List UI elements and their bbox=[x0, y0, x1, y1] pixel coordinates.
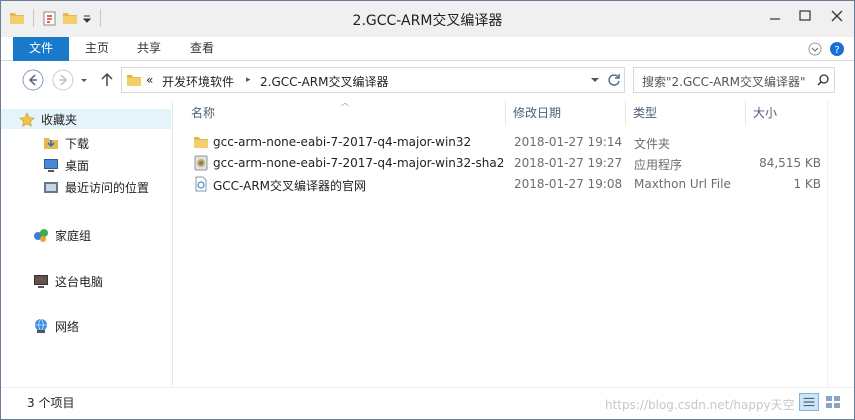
recent-locations-icon[interactable] bbox=[77, 68, 91, 92]
nav-item-label: 下载 bbox=[65, 136, 90, 151]
main-area: 收藏夹 下载 桌面 最近访问的位置 家庭组 这台电脑 网络 ︿ 名称 修改日期 … bbox=[1, 98, 854, 387]
nav-item-downloads[interactable]: 下载 bbox=[1, 133, 171, 153]
vertical-scrollbar[interactable] bbox=[827, 101, 854, 387]
close-icon[interactable] bbox=[827, 7, 847, 25]
back-icon[interactable] bbox=[21, 68, 45, 92]
homegroup-icon bbox=[34, 229, 48, 242]
nav-item-label: 收藏夹 bbox=[41, 113, 78, 127]
file-row[interactable]: GCC-ARM交叉编译器的官网 2018-01-27 19:08 Maxthon… bbox=[187, 174, 827, 195]
large-icons-view-icon[interactable] bbox=[823, 393, 843, 411]
file-name: GCC-ARM交叉编译器的官网 bbox=[213, 179, 367, 193]
up-icon[interactable] bbox=[97, 68, 117, 92]
navigation-bar: « 开发环境软件 ▸ 2.GCC-ARM交叉编译器 搜索"2.GCC-ARM交叉… bbox=[1, 61, 854, 101]
item-count: 3 个项目 bbox=[27, 396, 75, 410]
title-bar: 2.GCC-ARM交叉编译器 bbox=[1, 1, 854, 37]
computer-icon bbox=[34, 275, 48, 288]
recent-places-icon bbox=[44, 182, 58, 193]
file-row[interactable]: gcc-arm-none-eabi-7-2017-q4-major-win32-… bbox=[187, 153, 827, 174]
watermark: https://blog.csdn.net/happy天空 bbox=[605, 398, 795, 412]
navigation-pane: 收藏夹 下载 桌面 最近访问的位置 家庭组 这台电脑 网络 bbox=[1, 101, 173, 387]
address-bar[interactable]: « 开发环境软件 ▸ 2.GCC-ARM交叉编译器 bbox=[121, 67, 625, 93]
nav-item-label: 网络 bbox=[55, 319, 80, 334]
nav-item-favorites[interactable]: 收藏夹 bbox=[1, 109, 171, 129]
url-file-icon bbox=[195, 176, 207, 192]
file-row[interactable]: gcc-arm-none-eabi-7-2017-q4-major-win32 … bbox=[187, 132, 827, 153]
nav-item-recent-places[interactable]: 最近访问的位置 bbox=[1, 177, 171, 197]
help-icon[interactable]: ? bbox=[829, 41, 845, 57]
tab-share[interactable]: 共享 bbox=[129, 37, 169, 61]
file-modified: 2018-01-27 19:08 bbox=[514, 177, 623, 191]
minimize-icon[interactable] bbox=[765, 7, 785, 25]
window-title: 2.GCC-ARM交叉编译器 bbox=[352, 13, 503, 29]
file-name: gcc-arm-none-eabi-7-2017-q4-major-win32-… bbox=[213, 156, 505, 170]
file-type: Maxthon Url File bbox=[634, 177, 731, 191]
details-view-icon[interactable] bbox=[799, 393, 819, 411]
nav-item-label: 家庭组 bbox=[55, 228, 92, 243]
download-folder-icon bbox=[44, 138, 58, 149]
file-name: gcc-arm-none-eabi-7-2017-q4-major-win32 bbox=[213, 135, 472, 149]
nav-item-homegroup[interactable]: 家庭组 bbox=[1, 225, 171, 245]
breadcrumb-overflow[interactable]: « bbox=[146, 73, 153, 87]
file-modified: 2018-01-27 19:14 bbox=[514, 135, 623, 149]
forward-icon[interactable] bbox=[51, 68, 75, 92]
tab-file[interactable]: 文件 bbox=[13, 37, 69, 61]
expand-ribbon-icon[interactable] bbox=[807, 41, 823, 57]
network-icon bbox=[35, 318, 47, 333]
column-header-size[interactable]: 大小 bbox=[746, 101, 826, 125]
column-header-modified[interactable]: 修改日期 bbox=[506, 101, 626, 125]
file-type: 应用程序 bbox=[634, 158, 683, 172]
star-icon bbox=[19, 111, 35, 127]
file-type: 文件夹 bbox=[634, 137, 671, 151]
folder-icon bbox=[127, 75, 141, 86]
breadcrumb-gcc-arm[interactable]: 2.GCC-ARM交叉编译器 bbox=[260, 73, 388, 90]
tab-home[interactable]: 主页 bbox=[77, 37, 117, 61]
file-size: 1 KB bbox=[793, 177, 821, 191]
breadcrumb-separator[interactable]: ▸ bbox=[246, 75, 251, 85]
tab-view[interactable]: 查看 bbox=[182, 37, 222, 61]
nav-item-label: 桌面 bbox=[65, 158, 90, 173]
file-size: 84,515 KB bbox=[759, 156, 821, 170]
search-input[interactable]: 搜索"2.GCC-ARM交叉编译器" bbox=[642, 73, 814, 90]
ribbon-tabs: 文件 主页 共享 查看 ? bbox=[1, 37, 854, 61]
file-modified: 2018-01-27 19:27 bbox=[514, 156, 623, 170]
installer-icon bbox=[194, 155, 208, 171]
search-box[interactable]: 搜索"2.GCC-ARM交叉编译器" bbox=[633, 67, 835, 93]
column-header-name[interactable]: 名称 bbox=[184, 101, 506, 125]
nav-item-label: 最近访问的位置 bbox=[65, 180, 150, 195]
search-icon[interactable] bbox=[816, 73, 830, 87]
folder-icon bbox=[194, 137, 208, 148]
nav-item-desktop[interactable]: 桌面 bbox=[1, 155, 171, 175]
nav-item-this-pc[interactable]: 这台电脑 bbox=[1, 271, 171, 291]
svg-text:?: ? bbox=[834, 45, 839, 56]
breadcrumb-dev-software[interactable]: 开发环境软件 bbox=[162, 73, 234, 90]
status-bar: 3 个项目 https://blog.csdn.net/happy天空 bbox=[1, 387, 854, 419]
column-header-type[interactable]: 类型 bbox=[626, 101, 746, 125]
explorer-window: 2.GCC-ARM交叉编译器 文件 主页 共享 查看 ? « 开发环境软件 ▸ … bbox=[0, 0, 855, 420]
refresh-icon[interactable] bbox=[606, 72, 622, 88]
address-dropdown-icon[interactable] bbox=[588, 72, 602, 88]
desktop-icon bbox=[44, 159, 58, 172]
maximize-icon[interactable] bbox=[795, 7, 815, 25]
nav-item-network[interactable]: 网络 bbox=[1, 316, 171, 336]
nav-item-label: 这台电脑 bbox=[55, 274, 104, 289]
